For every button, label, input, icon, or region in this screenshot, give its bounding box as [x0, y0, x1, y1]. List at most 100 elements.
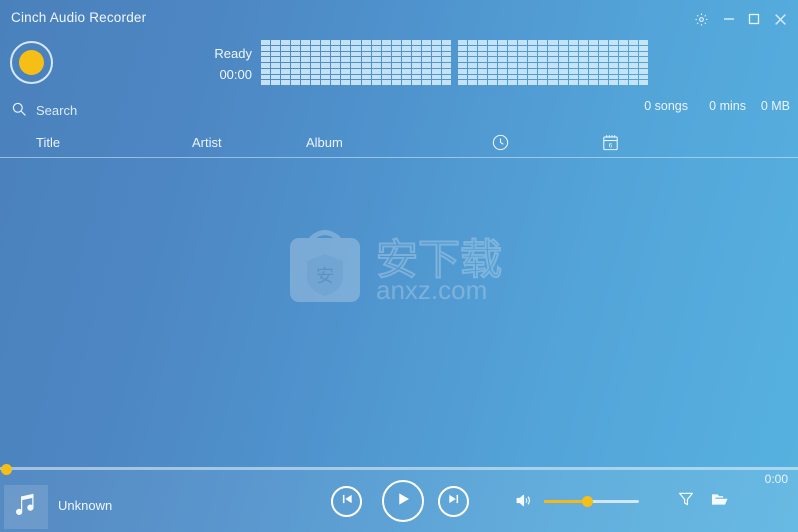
- visualizer-segment: [618, 45, 628, 51]
- visualizer-segment: [361, 57, 371, 62]
- app-window: Cinch Audio Recorder Ready 00:00 Search …: [0, 0, 798, 532]
- visualizer-segment: [588, 80, 598, 85]
- visualizer-segment: [508, 63, 518, 68]
- settings-button[interactable]: [688, 6, 714, 32]
- visualizer-segment: [508, 57, 518, 62]
- visualizer-segment: [578, 74, 588, 80]
- visualizer-segment: [401, 57, 411, 62]
- visualizer-segment: [301, 51, 311, 57]
- maximize-button[interactable]: [741, 6, 767, 32]
- visualizer-segment: [341, 80, 351, 85]
- visualizer-segment: [468, 74, 478, 80]
- column-header-artist[interactable]: Artist: [192, 135, 222, 150]
- filter-button[interactable]: [677, 490, 695, 513]
- visualizer-segment: [331, 80, 341, 85]
- visualizer-segment: [341, 45, 351, 51]
- visualizer-segment: [371, 74, 381, 80]
- visualizer-segment: [588, 68, 598, 74]
- visualizer-segment: [468, 45, 478, 51]
- visualizer-segment: [568, 74, 578, 80]
- column-header-title[interactable]: Title: [36, 135, 60, 150]
- visualizer-segment: [321, 80, 331, 85]
- visualizer-segment: [518, 74, 528, 80]
- visualizer-segment: [528, 63, 538, 68]
- column-header-duration[interactable]: [491, 133, 510, 155]
- search-input[interactable]: [34, 98, 298, 122]
- visualizer-segment: [281, 68, 291, 74]
- visualizer-segment: [431, 68, 441, 74]
- open-folder-button[interactable]: [710, 490, 729, 514]
- visualizer-segment: [488, 74, 498, 80]
- title-bar: Cinch Audio Recorder: [0, 0, 798, 38]
- visualizer-segment: [578, 51, 588, 57]
- visualizer-segment: [528, 57, 538, 62]
- visualizer-segment: [478, 63, 488, 68]
- visualizer-segment: [321, 74, 331, 80]
- next-button[interactable]: [438, 486, 469, 517]
- visualizer-segment: [538, 51, 548, 57]
- visualizer-segment: [638, 63, 648, 68]
- visualizer-segment: [321, 68, 331, 74]
- column-header-date-added[interactable]: 6: [601, 133, 620, 155]
- visualizer-segment: [528, 68, 538, 74]
- visualizer-segment: [618, 74, 628, 80]
- column-header-album[interactable]: Album: [306, 135, 343, 150]
- visualizer-segment: [361, 40, 371, 45]
- song-list[interactable]: 安 安下载 anxz.com: [0, 157, 798, 467]
- previous-button[interactable]: [331, 486, 362, 517]
- visualizer-segment: [371, 45, 381, 51]
- visualizer-segment: [608, 45, 618, 51]
- music-note-icon: [11, 490, 41, 525]
- volume-slider[interactable]: [544, 496, 639, 507]
- visualizer-segment: [261, 68, 271, 74]
- visualizer-segment: [391, 68, 401, 74]
- visualizer-segment: [548, 45, 558, 51]
- visualizer-segment: [498, 68, 508, 74]
- visualizer-segment: [421, 57, 431, 62]
- visualizer-segment: [301, 40, 311, 45]
- visualizer-segment: [538, 57, 548, 62]
- visualizer-segment: [568, 45, 578, 51]
- seek-handle[interactable]: [1, 464, 12, 475]
- visualizer-segment: [468, 57, 478, 62]
- volume-icon[interactable]: [514, 491, 533, 515]
- record-button[interactable]: [10, 41, 53, 84]
- minimize-button[interactable]: [716, 6, 742, 32]
- visualizer-segment: [311, 57, 321, 62]
- recorder-status-text: Ready: [214, 46, 252, 61]
- visualizer-segment: [361, 74, 371, 80]
- visualizer-segment: [458, 45, 468, 51]
- folder-open-icon: [710, 494, 729, 513]
- volume-knob[interactable]: [581, 496, 593, 507]
- visualizer-segment: [498, 80, 508, 85]
- visualizer-segment: [498, 74, 508, 80]
- visualizer-segment: [411, 40, 421, 45]
- visualizer-segment: [311, 51, 321, 57]
- visualizer-segment: [301, 45, 311, 51]
- visualizer-segment: [311, 45, 321, 51]
- visualizer-segment: [441, 80, 451, 85]
- play-button[interactable]: [382, 480, 424, 522]
- seek-slider[interactable]: [0, 464, 798, 475]
- visualizer-segment: [628, 74, 638, 80]
- visualizer-segment: [431, 40, 441, 45]
- visualizer-segment: [371, 51, 381, 57]
- visualizer-segment: [421, 40, 431, 45]
- visualizer-segment: [498, 51, 508, 57]
- visualizer-segment: [411, 80, 421, 85]
- visualizer-segment: [301, 63, 311, 68]
- visualizer-segment: [341, 68, 351, 74]
- visualizer-segment: [341, 74, 351, 80]
- visualizer-segment: [598, 74, 608, 80]
- visualizer-segment: [411, 68, 421, 74]
- visualizer-segment: [458, 63, 468, 68]
- search-icon[interactable]: [11, 101, 27, 122]
- close-button[interactable]: [767, 6, 793, 32]
- visualizer-segment: [431, 74, 441, 80]
- visualizer-segment: [351, 57, 361, 62]
- visualizer-segment: [441, 74, 451, 80]
- filter-icon: [677, 492, 695, 512]
- visualizer-segment: [421, 80, 431, 85]
- visualizer-segment: [528, 74, 538, 80]
- visualizer-segment: [558, 80, 568, 85]
